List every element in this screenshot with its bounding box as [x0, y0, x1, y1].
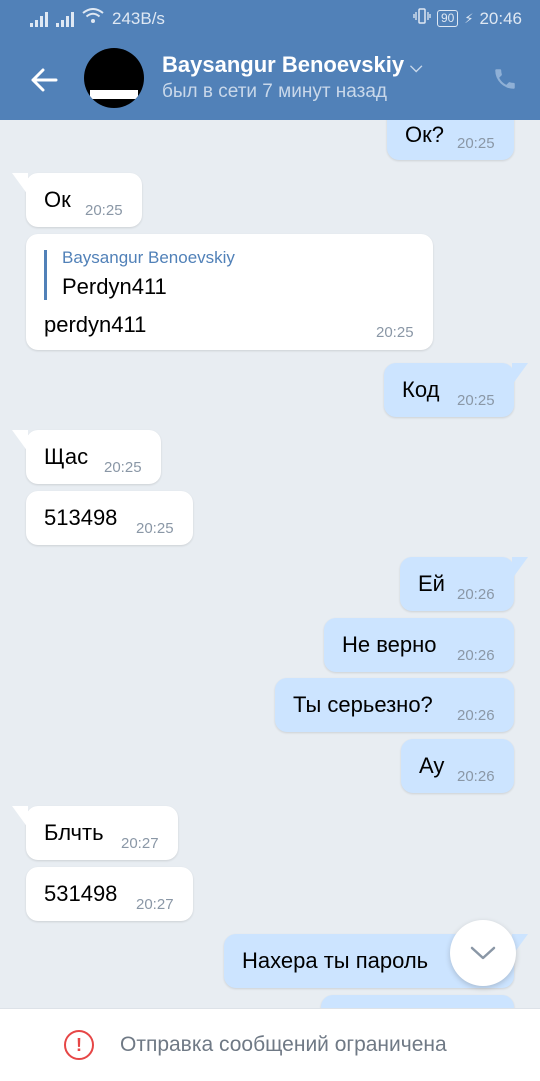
call-button[interactable] — [488, 62, 522, 96]
message-text: Ты серьезно? — [293, 692, 433, 717]
avatar[interactable] — [84, 48, 144, 108]
message-text: Нахера ты пароль — [242, 948, 429, 973]
back-button[interactable] — [24, 60, 64, 100]
message-time: 20:25 — [376, 324, 414, 341]
charging-icon: ⚡ — [464, 10, 474, 26]
contact-name-button[interactable]: Baysangur Benoevskiy ⌵ — [162, 52, 422, 78]
message-text: Щас — [44, 444, 89, 469]
message-text: Код — [402, 377, 440, 402]
message-time: 20:25 — [457, 392, 495, 409]
message-restriction-bar: ! Отправка сообщений ограничена — [0, 1008, 540, 1081]
message-text: Ок? — [405, 122, 444, 147]
message-time: 20:25 — [136, 520, 174, 537]
message-text: 531498 — [44, 881, 118, 906]
message-time: 20:26 — [457, 586, 495, 603]
battery-level: 90 — [436, 10, 459, 27]
message-time: 20:27 — [136, 896, 174, 913]
message-text: 513498 — [44, 505, 118, 530]
status-bar: 243B/s 90 ⚡ 20:46 — [0, 0, 540, 36]
message-time: 20:26 — [457, 768, 495, 785]
message-text: Ок — [44, 187, 71, 212]
chevron-down-icon: ⌵ — [410, 59, 423, 76]
cell-signal-icon — [30, 11, 48, 27]
message-time: 20:25 — [104, 459, 142, 476]
message-text: Ей — [418, 571, 445, 596]
message-text: Не верно — [342, 632, 437, 657]
message-time: 20:25 — [85, 202, 123, 219]
warning-circle-icon: ! — [64, 1030, 94, 1060]
last-seen-status: был в сети 7 минут назад — [162, 81, 388, 102]
message-text: Блчть — [44, 820, 104, 845]
scroll-down-button[interactable] — [450, 920, 516, 986]
message-time: 20:27 — [121, 835, 159, 852]
forwarded-author[interactable]: Baysangur Benoevskiy — [62, 248, 235, 268]
phone-icon — [495, 69, 515, 89]
clock: 20:46 — [479, 8, 522, 28]
message-time: 20:26 — [457, 647, 495, 664]
message-time: 20:25 — [457, 135, 495, 152]
chevron-down-icon — [470, 946, 496, 960]
forward-quote-bar — [44, 250, 47, 300]
message-text: Ау — [419, 753, 445, 778]
message-text: perdyn411 — [44, 312, 147, 337]
wifi-icon — [82, 8, 104, 29]
cell-signal-2-icon — [56, 11, 74, 27]
restriction-text: Отправка сообщений ограничена — [120, 1033, 447, 1056]
message-time: 20:26 — [457, 707, 495, 724]
vibrate-icon — [413, 8, 431, 29]
arrow-left-icon — [31, 68, 58, 92]
chat-header: 243B/s 90 ⚡ 20:46 Baysangur Benoevskiy ⌵ … — [0, 0, 540, 120]
net-speed: 243B/s — [112, 8, 165, 28]
forwarded-text: Perdyn411 — [62, 274, 167, 299]
contact-name: Baysangur Benoevskiy — [162, 52, 405, 77]
